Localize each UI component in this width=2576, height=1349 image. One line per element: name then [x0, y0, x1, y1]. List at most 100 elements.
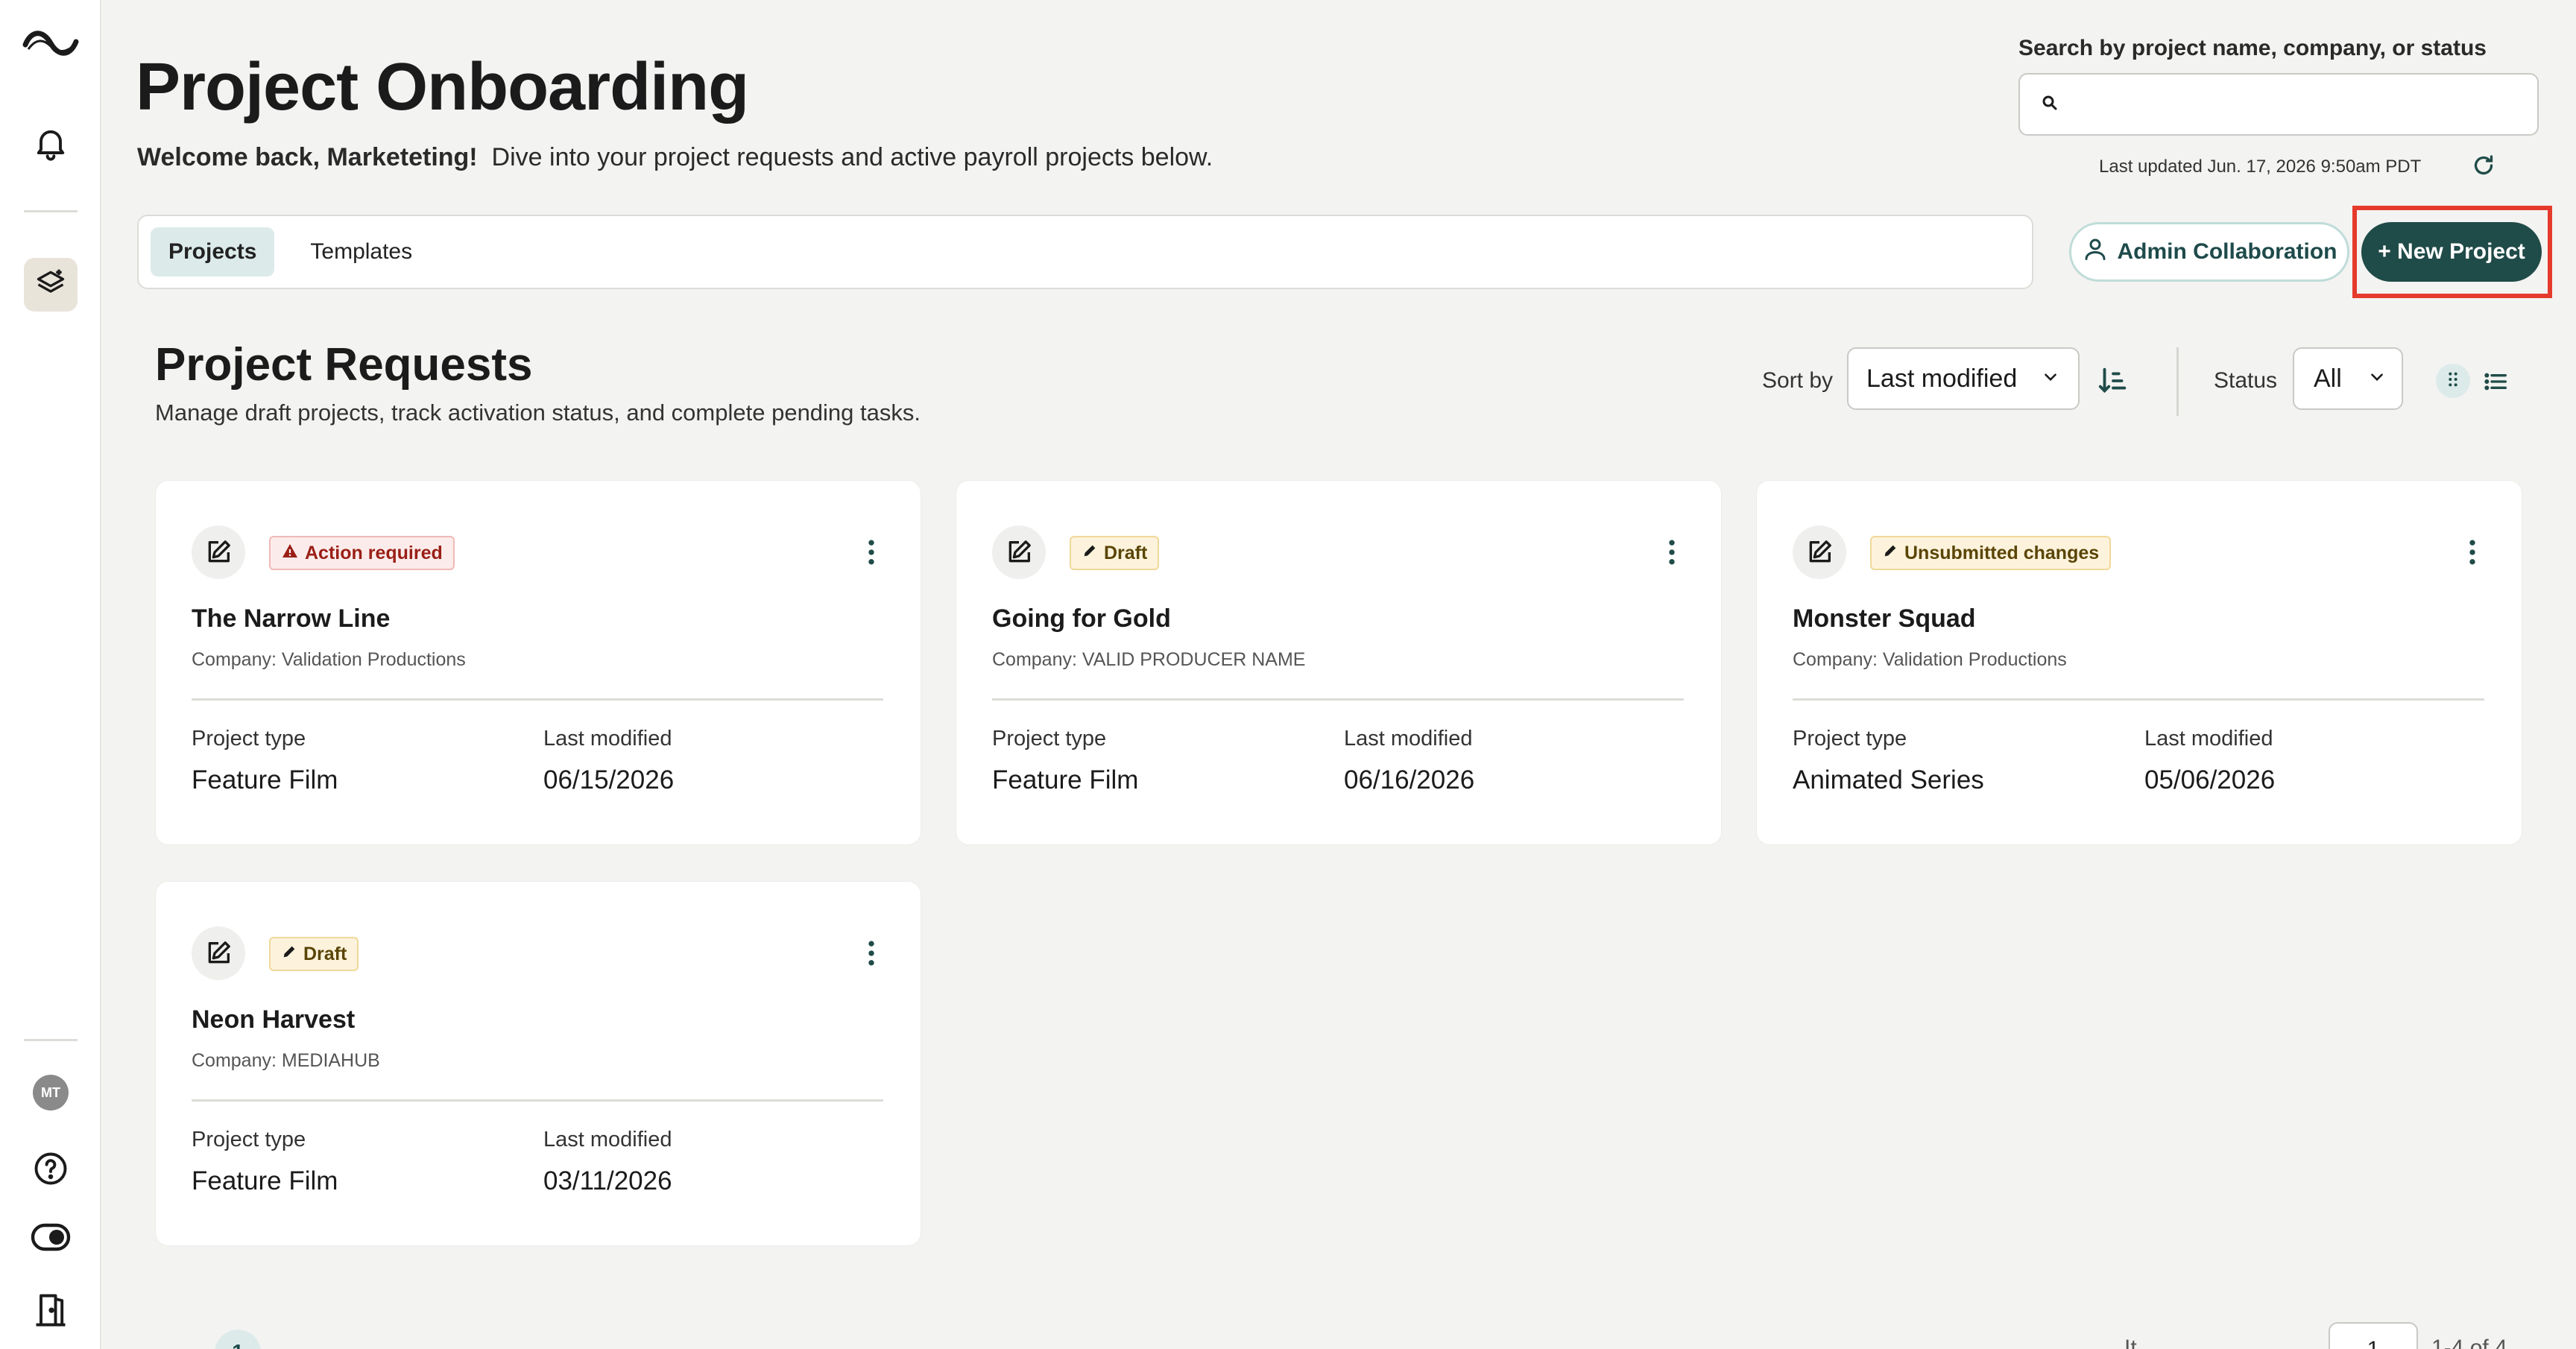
status-badge-label: Draft — [1104, 542, 1148, 563]
sort-label: Sort by — [1762, 368, 1834, 393]
project-company: Company: MEDIAHUB — [192, 1050, 380, 1071]
project-card[interactable]: Action required The Narrow Line Company:… — [155, 480, 921, 845]
last-modified-label: Last modified — [2144, 727, 2273, 751]
list-view-icon[interactable] — [2481, 367, 2510, 397]
project-card[interactable]: Draft Neon Harvest Company: MEDIAHUB Pro… — [155, 881, 921, 1246]
pagination-prev[interactable]: ‹ — [165, 1339, 174, 1349]
status-select[interactable]: All — [2293, 347, 2403, 410]
pagination-range: 1-4 of 4 — [2431, 1336, 2507, 1349]
card-divider — [192, 698, 883, 701]
status-badge-label: Unsubmitted changes — [1904, 542, 2100, 563]
project-type-value: Feature Film — [192, 765, 338, 794]
status-badge: Unsubmitted changes — [1870, 536, 2112, 570]
warning-icon — [281, 542, 299, 565]
search-icon — [2041, 94, 2059, 116]
tab-projects[interactable]: Projects — [151, 227, 275, 277]
welcome-message: Welcome back, Marketeting! Dive into you… — [137, 143, 1213, 172]
toggle-icon[interactable] — [30, 1221, 72, 1254]
chevron-down-icon — [2367, 364, 2387, 394]
new-project-button[interactable]: + New Project — [2361, 222, 2542, 282]
last-modified-label: Last modified — [543, 727, 672, 751]
search-input[interactable] — [2072, 92, 2519, 117]
last-updated-text: Last updated Jun. 17, 2026 9:50am PDT — [2099, 157, 2422, 177]
status-badge: Action required — [269, 536, 455, 570]
project-type-label: Project type — [1793, 727, 1907, 751]
project-name[interactable]: Neon Harvest — [192, 1005, 355, 1034]
project-company: Company: Validation Productions — [1793, 649, 2067, 670]
edit-icon[interactable] — [1793, 525, 1846, 579]
project-name[interactable]: Going for Gold — [992, 604, 1171, 634]
avatar[interactable]: MT — [33, 1075, 69, 1111]
edit-icon[interactable] — [992, 525, 1046, 579]
edit-icon[interactable] — [192, 926, 245, 980]
kebab-menu-icon[interactable] — [2456, 536, 2489, 569]
last-modified-value: 03/11/2026 — [543, 1166, 672, 1195]
pencil-icon — [281, 944, 297, 965]
welcome-name: Welcome back, Marketeting! — [137, 143, 478, 171]
pagination-next[interactable]: › — [289, 1339, 297, 1349]
toolbar-divider — [2176, 347, 2179, 416]
sidebar-divider — [24, 1039, 78, 1041]
kebab-menu-icon[interactable] — [1655, 536, 1688, 569]
last-modified-value: 06/16/2026 — [1344, 765, 1475, 794]
status-badge: Draft — [269, 937, 359, 971]
sidebar-divider — [24, 210, 78, 212]
sort-direction-icon[interactable] — [2096, 364, 2130, 398]
pagination-current-page[interactable]: 1 — [215, 1330, 261, 1349]
status-badge-label: Draft — [303, 943, 347, 964]
bell-icon[interactable] — [31, 124, 70, 162]
last-modified-label: Last modified — [543, 1128, 672, 1151]
status-label: Status — [2214, 368, 2278, 393]
admin-collaboration-label: Admin Collaboration — [2117, 239, 2337, 264]
pencil-icon — [1082, 543, 1098, 564]
items-per-page-label: It — [2124, 1336, 2137, 1349]
help-icon[interactable] — [31, 1149, 70, 1188]
card-divider — [192, 1099, 883, 1102]
sidebar-item-projects[interactable] — [24, 258, 78, 312]
project-type-label: Project type — [192, 1128, 306, 1151]
user-icon — [2082, 236, 2109, 268]
status-badge: Draft — [1070, 536, 1160, 570]
welcome-text: Dive into your project requests and acti… — [491, 143, 1213, 171]
logo-icon[interactable] — [21, 22, 80, 64]
status-value: All — [2314, 364, 2342, 393]
project-type-value: Animated Series — [1793, 765, 1984, 794]
project-type-label: Project type — [192, 727, 306, 751]
admin-collaboration-button[interactable]: Admin Collaboration — [2069, 222, 2349, 282]
page-size-select[interactable]: 1 — [2329, 1322, 2418, 1349]
tab-bar: Projects Templates — [137, 215, 2033, 289]
project-company: Company: VALID PRODUCER NAME — [992, 649, 1306, 670]
grid-view-button[interactable] — [2436, 364, 2470, 398]
layers-icon — [34, 267, 67, 303]
refresh-icon[interactable] — [2470, 152, 2497, 179]
project-name[interactable]: Monster Squad — [1793, 604, 1976, 634]
card-divider — [1793, 698, 2484, 701]
kebab-menu-icon[interactable] — [855, 937, 888, 970]
sort-value: Last modified — [1866, 364, 2018, 393]
tab-templates[interactable]: Templates — [292, 227, 430, 277]
search-field[interactable] — [2018, 73, 2539, 136]
status-badge-label: Action required — [305, 542, 443, 563]
door-icon[interactable] — [31, 1291, 70, 1330]
last-modified-value: 05/06/2026 — [2144, 765, 2276, 794]
project-type-value: Feature Film — [192, 1166, 338, 1195]
project-type-value: Feature Film — [992, 765, 1139, 794]
section-subtitle: Manage draft projects, track activation … — [155, 399, 921, 426]
search-label: Search by project name, company, or stat… — [2018, 36, 2487, 60]
project-company: Company: Validation Productions — [192, 649, 466, 670]
kebab-menu-icon[interactable] — [855, 536, 888, 569]
edit-icon[interactable] — [192, 525, 245, 579]
project-card[interactable]: Draft Going for Gold Company: VALID PROD… — [956, 480, 1722, 845]
grid-view-icon — [2445, 371, 2461, 391]
pencil-icon — [1882, 543, 1898, 564]
sidebar: MT — [0, 0, 101, 1349]
card-divider — [992, 698, 1684, 701]
last-modified-label: Last modified — [1344, 727, 1473, 751]
project-name[interactable]: The Narrow Line — [192, 604, 390, 634]
page-title: Project Onboarding — [136, 50, 749, 124]
sort-select[interactable]: Last modified — [1847, 347, 2080, 410]
chevron-down-icon — [2041, 364, 2060, 394]
project-card[interactable]: Unsubmitted changes Monster Squad Compan… — [1756, 480, 2522, 845]
last-modified-value: 06/15/2026 — [543, 765, 675, 794]
project-type-label: Project type — [992, 727, 1107, 751]
